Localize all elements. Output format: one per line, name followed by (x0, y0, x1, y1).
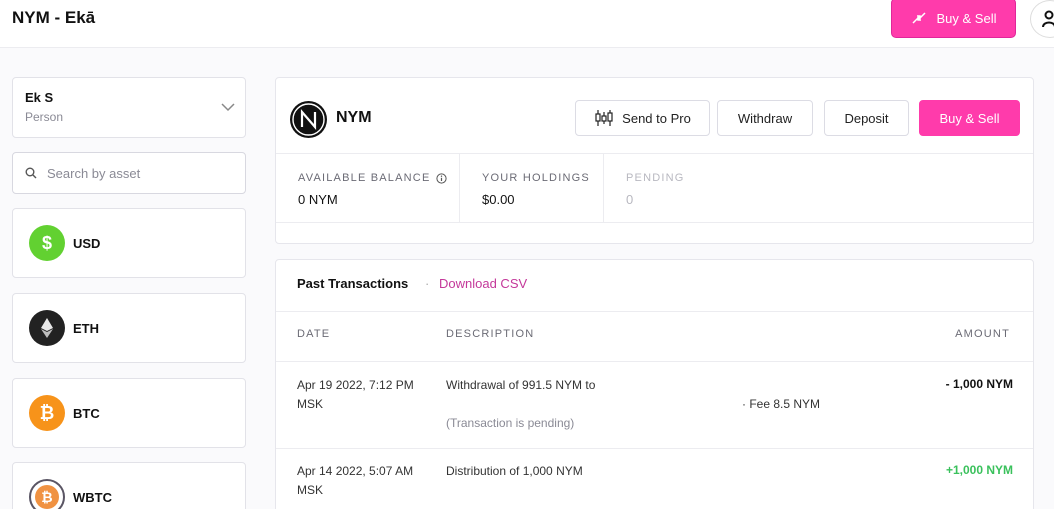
send-to-pro-button[interactable]: Send to Pro (575, 100, 710, 136)
stat-label: AVAILABLE BALANCE (298, 172, 431, 184)
tx-date: Apr 14 2022, 5:07 AM MSK (297, 464, 414, 497)
column-header-amount: AMOUNT (955, 328, 1010, 340)
stat-value: $0.00 (482, 192, 515, 207)
search-icon (25, 167, 37, 179)
search-input[interactable] (47, 165, 227, 181)
account-name: Ek S (25, 90, 54, 105)
divider (276, 361, 1033, 362)
transactions-panel: Past Transactions · Download CSV DATE DE… (275, 259, 1034, 509)
asset-item-eth[interactable]: ETH (12, 293, 246, 363)
stat-value: 0 (626, 192, 634, 207)
user-icon (1042, 10, 1054, 28)
tx-amount: - 1,000 NYM (945, 377, 1013, 391)
asset-label: WBTC (73, 489, 112, 505)
tx-description: Distribution of 1,000 NYM (446, 464, 583, 478)
divider (276, 311, 1033, 312)
account-type: Person (25, 110, 64, 124)
header-buy-sell-button[interactable]: Buy & Sell (891, 0, 1016, 38)
transactions-title: Past Transactions (297, 276, 409, 291)
asset-label: USD (73, 235, 101, 251)
stat-label: PENDING (626, 172, 685, 184)
separator-dot: · (425, 276, 430, 291)
stat-label: YOUR HOLDINGS (482, 172, 590, 184)
download-csv-link[interactable]: Download CSV (439, 276, 527, 291)
stat-your-holdings: YOUR HOLDINGS $0.00 (460, 154, 604, 222)
buy-sell-label: Buy & Sell (939, 110, 1000, 126)
divider (276, 448, 1033, 449)
tx-amount: +1,000 NYM (945, 463, 1013, 477)
asset-item-usd[interactable]: $ USD (12, 208, 246, 278)
asset-item-wbtc[interactable]: ₿ WBTC (12, 462, 246, 509)
top-bar: NYM - Ekā Buy & Sell (0, 0, 1054, 48)
candlestick-chart-icon (595, 110, 613, 126)
nym-logo-icon (290, 101, 327, 138)
asset-panel: NYM Send to Pro Withdraw Deposit Buy & S… (275, 77, 1034, 244)
asset-title: NYM (336, 109, 372, 126)
stat-pending: PENDING 0 (604, 154, 804, 222)
column-header-description: DESCRIPTION (446, 328, 535, 340)
send-to-pro-label: Send to Pro (622, 110, 691, 126)
withdraw-label: Withdraw (737, 110, 793, 126)
swap-arrows-icon (911, 12, 926, 24)
account-selector[interactable]: Ek S Person (12, 77, 246, 138)
tx-status: (Transaction is pending) (446, 416, 575, 430)
dollar-icon: $ (29, 225, 65, 261)
withdraw-button[interactable]: Withdraw (717, 100, 813, 136)
bitcoin-icon: ₿ (29, 395, 65, 431)
tx-date: Apr 19 2022, 7:12 PM MSK (297, 378, 414, 411)
tx-description: Withdrawal of 991.5 NYM to (446, 378, 596, 392)
chevron-down-icon (221, 103, 235, 112)
divider (276, 222, 1033, 223)
info-icon[interactable] (435, 172, 447, 184)
deposit-button[interactable]: Deposit (824, 100, 909, 136)
stat-available-balance: AVAILABLE BALANCE 0 NYM (276, 154, 460, 222)
tx-fee: · Fee 8.5 NYM (742, 397, 821, 411)
asset-label: ETH (73, 320, 99, 336)
asset-search[interactable] (12, 152, 246, 194)
stat-value: 0 NYM (298, 192, 338, 207)
page-title: NYM - Ekā (12, 8, 96, 27)
user-avatar[interactable] (1030, 0, 1054, 38)
buy-sell-button[interactable]: Buy & Sell (919, 100, 1020, 136)
wrapped-bitcoin-icon: ₿ (29, 479, 65, 509)
ethereum-icon (29, 310, 65, 346)
asset-item-btc[interactable]: ₿ BTC (12, 378, 246, 448)
asset-label: BTC (73, 405, 100, 421)
column-header-date: DATE (297, 328, 331, 340)
deposit-label: Deposit (844, 110, 889, 126)
header-buy-sell-label: Buy & Sell (936, 10, 997, 26)
